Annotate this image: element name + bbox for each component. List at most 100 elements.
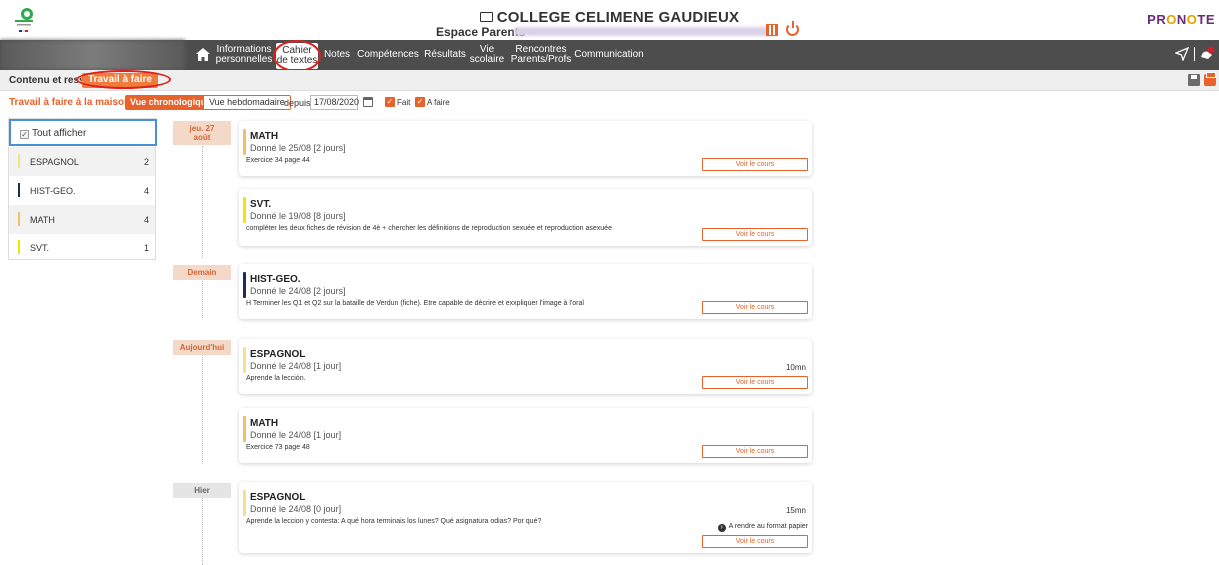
voir-le-cours-button[interactable]: Voir le cours	[702, 228, 808, 241]
options-bar: Travail à faire à la maison Vue chronolo…	[0, 92, 1219, 112]
timeline-line	[202, 278, 203, 318]
filter-item-count: 2	[143, 157, 149, 167]
card-description: H Terminer les Q1 et Q2 sur la bataille …	[246, 300, 584, 307]
timeline-line	[202, 354, 203, 464]
tab-travail-a-faire[interactable]: Travail à faire	[82, 73, 158, 88]
card-given-date: Donné le 24/08 [2 jours]	[250, 286, 346, 296]
fait-label: Fait	[397, 98, 411, 107]
homework-card: MATH Donné le 24/08 [1 jour] Exercice 73…	[239, 408, 812, 463]
top-header: COLLEGE CELIMENE GAUDIEUX Espace Parents…	[0, 0, 1219, 40]
id-card-icon	[479, 12, 493, 22]
paper-format-label: A rendre au format papier	[728, 523, 808, 530]
card-description: Exercice 73 page 48	[246, 444, 310, 451]
subject-filter-panel: ✓ Tout afficher ESPAGNOL 2 HIST-GEO. 4 M…	[8, 118, 157, 262]
school-title: COLLEGE CELIMENE GAUDIEUX	[0, 9, 1219, 26]
pronote-logo: PRONOTE	[1147, 12, 1215, 27]
filter-item-espagnol[interactable]: ESPAGNOL 2	[9, 147, 155, 176]
logout-icon[interactable]	[786, 21, 799, 36]
voir-le-cours-button[interactable]: Voir le cours	[702, 376, 808, 389]
nav-notes[interactable]: Notes	[323, 40, 351, 70]
show-all-label: Tout afficher	[32, 128, 87, 139]
send-icon[interactable]	[1175, 47, 1189, 61]
homework-card: SVT. Donné le 19/08 [8 jours] compléter …	[239, 189, 812, 246]
card-given-date: Donné le 25/08 [2 jours]	[250, 143, 346, 153]
date-badge: Aujourd'hui	[173, 340, 231, 355]
print-icon[interactable]	[1204, 72, 1216, 86]
fait-checkbox[interactable]: ✓	[385, 97, 395, 107]
sub-nav: Contenu et ressources Travail à faire	[0, 70, 1219, 91]
card-subject: SVT.	[250, 199, 272, 210]
card-given-date: Donné le 24/08 [1 jour]	[250, 361, 342, 371]
voir-le-cours-button[interactable]: Voir le cours	[702, 301, 808, 314]
subject-accent	[243, 416, 246, 442]
homework-card: ESPAGNOL Donné le 24/08 [0 jour] Aprende…	[239, 482, 812, 553]
card-description: Aprende la lección.	[246, 375, 306, 382]
nav-rencontres-parents-profs[interactable]: Rencontres Parents/Profs	[509, 40, 573, 70]
notification-icon[interactable]	[1199, 46, 1215, 62]
subject-color-bar	[18, 154, 20, 168]
date-badge: Hier	[173, 483, 231, 498]
timeline-line	[202, 146, 203, 258]
nav-vie-scolaire[interactable]: Vie scolaire	[470, 40, 504, 70]
filter-item-count: 1	[143, 243, 149, 253]
date-input[interactable]: 17/08/2020	[310, 95, 359, 110]
homework-card: HIST-GEO. Donné le 24/08 [2 jours] H Ter…	[239, 264, 812, 319]
nav-informations-personnelles[interactable]: Informations personnelles	[216, 40, 273, 70]
show-all-checkbox[interactable]: ✓	[20, 130, 29, 139]
filter-item-math[interactable]: MATH 4	[9, 205, 155, 234]
filter-item-hist-geo[interactable]: HIST-GEO. 4	[9, 176, 155, 205]
filter-item-label: HIST-GEO.	[30, 186, 76, 196]
subject-color-bar	[18, 212, 20, 226]
card-duration: 15mn	[785, 506, 806, 515]
nav-communication[interactable]: Communication	[574, 40, 643, 70]
card-subject: MATH	[250, 131, 279, 142]
main-nav: Informations personnelles Cahier de textes…	[0, 40, 1219, 70]
filter-item-count: 4	[143, 215, 149, 225]
card-duration: 10mn	[785, 363, 806, 372]
filter-item-count: 4	[143, 186, 149, 196]
voir-le-cours-button[interactable]: Voir le cours	[702, 445, 808, 458]
voir-le-cours-button[interactable]: Voir le cours	[702, 535, 808, 548]
filter-item-label: ESPAGNOL	[30, 157, 79, 167]
card-subject: ESPAGNOL	[250, 349, 306, 360]
nav-separator	[1194, 47, 1195, 61]
card-description: compléter les deux fiches de révision de…	[246, 225, 612, 232]
subject-accent	[243, 347, 246, 373]
nav-competences[interactable]: Compétences	[355, 40, 421, 70]
card-given-date: Donné le 24/08 [1 jour]	[250, 430, 342, 440]
student-selector-blurred[interactable]	[0, 40, 185, 70]
card-subject: MATH	[250, 418, 279, 429]
weekly-view-button[interactable]: Vue hebdomadaire	[203, 95, 291, 110]
paper-format-note: › A rendre au format papier	[717, 523, 808, 532]
depuis-label: depuis	[284, 98, 311, 108]
a-faire-checkbox[interactable]: ✓	[415, 97, 425, 107]
nav-cahier-de-textes[interactable]: Cahier de textes	[276, 43, 318, 69]
voir-le-cours-button[interactable]: Voir le cours	[702, 158, 808, 171]
qr-code-icon[interactable]	[766, 24, 778, 36]
save-icon[interactable]	[1188, 74, 1200, 86]
subject-color-bar	[18, 183, 20, 197]
timeline-line	[202, 497, 203, 565]
user-name-blurred	[514, 27, 776, 36]
date-badge: jeu. 27 août	[173, 121, 231, 145]
show-all-filter[interactable]: ✓ Tout afficher	[9, 119, 157, 146]
school-name: COLLEGE CELIMENE GAUDIEUX	[496, 9, 740, 26]
filter-item-svt[interactable]: SVT. 1	[9, 233, 155, 262]
filter-item-label: SVT.	[30, 243, 50, 253]
homework-card: ESPAGNOL Donné le 24/08 [1 jour] Aprende…	[239, 339, 812, 394]
subject-color-bar	[18, 240, 20, 254]
nav-resultats[interactable]: Résultats	[422, 40, 468, 70]
filter-item-label: MATH	[30, 215, 55, 225]
card-description: Aprende la leccion y contesta: A qué hor…	[246, 518, 542, 525]
card-subject: ESPAGNOL	[250, 492, 306, 503]
arrow-right-icon: ›	[717, 524, 726, 532]
a-faire-label: A faire	[427, 98, 450, 107]
subject-accent	[243, 490, 246, 516]
home-icon[interactable]	[196, 48, 210, 61]
card-given-date: Donné le 19/08 [8 jours]	[250, 211, 346, 221]
page-title: Travail à faire à la maison	[9, 97, 131, 108]
card-subject: HIST-GEO.	[250, 274, 301, 285]
subject-accent	[243, 272, 246, 298]
card-description: Exercice 34 page 44	[246, 157, 310, 164]
calendar-icon[interactable]	[363, 97, 373, 107]
